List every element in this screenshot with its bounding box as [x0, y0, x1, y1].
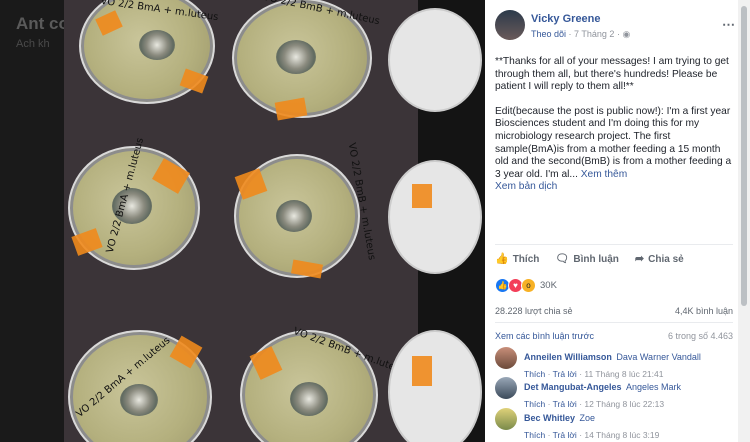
comment-like-link[interactable]: Thích	[524, 430, 545, 440]
petri-dish	[388, 8, 482, 112]
petri-dish-photo[interactable]: VO 2/2 BmA + m.luteus VO 2/2 BmB + m.lut…	[64, 0, 418, 442]
like-button[interactable]: 👍 Thích	[495, 252, 539, 265]
follow-link[interactable]: Theo dõi	[531, 29, 566, 39]
tagged-user[interactable]: Angeles Mark	[626, 382, 681, 392]
thumbs-up-icon: 👍	[495, 252, 509, 265]
post-meta: Theo dõi · 7 Tháng 2 · ◉	[531, 29, 630, 40]
commenter-avatar[interactable]	[495, 408, 517, 430]
view-previous-comments-link[interactable]: Xem các bình luận trước	[495, 331, 594, 341]
reaction-count: 30K	[540, 280, 557, 291]
tagged-user[interactable]: Zoe	[579, 413, 595, 423]
inhibition-zone	[276, 40, 316, 74]
inhibition-zone	[139, 30, 175, 60]
comment-time[interactable]: 14 Tháng 8 lúc 3:19	[584, 430, 659, 440]
petri-dish	[388, 330, 482, 442]
see-translation-link[interactable]: Xem bản dịch	[495, 181, 557, 192]
see-more-link[interactable]: Xem thêm	[581, 169, 627, 180]
comment-body: Bec Whitley Zoe Thích · Trả lời · 14 Thá…	[524, 408, 734, 440]
petri-dish	[388, 160, 482, 274]
background-subtitle: Ach kh	[16, 38, 50, 50]
comment-icon: 🗨	[555, 252, 570, 265]
more-dots-icon[interactable]: ⋯	[722, 17, 735, 33]
comments-shown-count: 6 trong số 4.463	[667, 331, 733, 341]
commenter-name[interactable]: Anneilen Williamson	[524, 352, 612, 362]
divider	[495, 322, 733, 323]
commenter-name[interactable]: Bec Whitley	[524, 413, 575, 423]
post-text: **Thanks for all of your messages! I am …	[495, 56, 733, 194]
reactions-summary[interactable]: 👍 ♥ o 30K	[495, 278, 557, 293]
comment-actions: Thích · Trả lời · 14 Tháng 8 lúc 3:19	[524, 430, 660, 440]
share-icon: ➦	[634, 252, 645, 265]
comment-body: Anneilen Williamson Dava Warner Vandall …	[524, 347, 734, 379]
commenter-avatar[interactable]	[495, 347, 517, 369]
comment-body: Det Mangubat-Angeles Angeles Mark Thích …	[524, 377, 734, 409]
post-stats: 28.228 lượt chia sẻ 4,4K bình luận	[495, 306, 733, 316]
author-avatar[interactable]	[495, 10, 525, 40]
post-date[interactable]: 7 Tháng 2	[574, 29, 614, 39]
commenter-name[interactable]: Det Mangubat-Angeles	[524, 382, 622, 392]
inhibition-zone	[276, 200, 312, 232]
scrollbar-thumb[interactable]	[741, 6, 747, 306]
tape	[412, 184, 432, 208]
comment-reply-link[interactable]: Trả lời	[553, 430, 577, 440]
comment-button[interactable]: 🗨 Bình luận	[555, 252, 619, 265]
share-label: Chia sẻ	[648, 253, 684, 265]
previous-comments-row: Xem các bình luận trước 6 trong số 4.463	[495, 331, 733, 341]
commenter-avatar[interactable]	[495, 377, 517, 399]
share-button[interactable]: ➦ Chia sẻ	[635, 252, 684, 265]
post-actions: 👍 Thích 🗨 Bình luận ➦ Chia sẻ	[495, 244, 733, 271]
comment-label: Bình luận	[573, 253, 619, 265]
globe-icon: ◉	[622, 29, 631, 39]
author-name[interactable]: Vicky Greene	[531, 13, 601, 25]
next-photo-strip	[388, 0, 485, 442]
wow-reaction-icon: o	[521, 278, 536, 293]
inhibition-zone	[120, 384, 158, 416]
comment-count[interactable]: 4,4K bình luận	[675, 306, 733, 316]
share-count[interactable]: 28.228 lượt chia sẻ	[495, 306, 572, 316]
photo-viewer: Ant com Ach kh VO 2/2 BmA + m.luteus VO …	[0, 0, 485, 442]
tape	[412, 356, 432, 386]
inhibition-zone	[290, 382, 328, 416]
tagged-user[interactable]: Dava Warner Vandall	[616, 352, 701, 362]
post-paragraph: **Thanks for all of your messages! I am …	[495, 56, 729, 93]
like-label: Thích	[512, 253, 540, 265]
